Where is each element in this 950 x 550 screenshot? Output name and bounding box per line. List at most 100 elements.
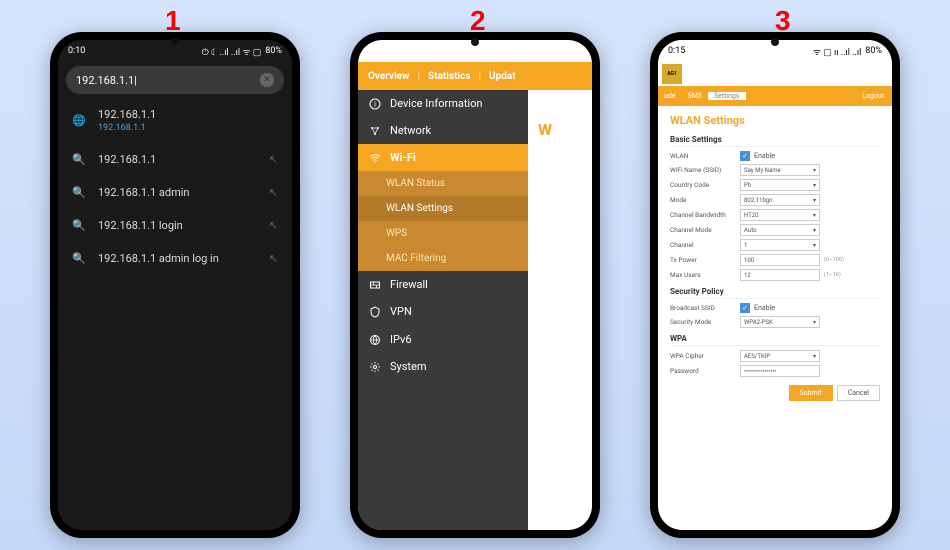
dropdown-field[interactable]: AES/TKIP▾: [740, 350, 820, 362]
submenu-item[interactable]: WLAN Settings: [358, 196, 528, 221]
hint-text: (1~16): [824, 272, 841, 278]
form-row: WLAN✓ Enable: [670, 151, 880, 161]
sidebar-menu: i Device Information Network Wi-Fi WLAN Stat…: [358, 90, 528, 530]
submenu-item[interactable]: WPS: [358, 221, 528, 246]
submenu-item[interactable]: MAC Filtering: [358, 246, 528, 271]
address-bar[interactable]: 192.168.1.1| ✕: [66, 66, 284, 94]
svg-text:i: i: [374, 101, 376, 109]
menu-item[interactable]: IPv6: [358, 325, 528, 352]
chevron-down-icon: ▾: [813, 182, 816, 189]
hint-text: (0~100): [824, 257, 844, 263]
checkbox[interactable]: ✓: [740, 151, 750, 161]
tab-row: udeSMSSettings Logout: [658, 86, 892, 106]
menu-label: System: [390, 360, 427, 373]
chevron-down-icon: ▾: [813, 212, 816, 219]
search-suggestion[interactable]: 🔍 192.168.1.1 ↖: [58, 143, 292, 176]
menu-item[interactable]: Wi-Fi: [358, 144, 528, 171]
dropdown-field[interactable]: 1▾: [740, 239, 820, 251]
chevron-down-icon: ▾: [813, 319, 816, 326]
menu-item[interactable]: i Device Information: [358, 90, 528, 117]
field-label: WLAN: [670, 152, 740, 160]
ipv6-icon: [368, 332, 382, 345]
form-row: Password••••••••••••••••: [670, 365, 880, 377]
field-label: Security Mode: [670, 318, 740, 326]
section-basic: Basic Settings: [670, 135, 880, 147]
insert-arrow-icon[interactable]: ↖: [269, 153, 278, 166]
top-tab[interactable]: Updat: [489, 71, 516, 82]
insert-arrow-icon[interactable]: ↖: [269, 219, 278, 232]
dropdown-field[interactable]: 802.11bgn▾: [740, 194, 820, 206]
search-icon: 🔍: [72, 252, 86, 265]
menu-item[interactable]: VPN: [358, 298, 528, 325]
search-suggestion[interactable]: 🌐 192.168.1.1192.168.1.1: [58, 98, 292, 143]
suggestion-text: 192.168.1.1 login: [98, 219, 257, 232]
top-tabs: Overview|Statistics|Updat: [358, 62, 592, 90]
search-icon: 🔍: [72, 186, 86, 199]
text-field[interactable]: ••••••••••••••••: [740, 365, 820, 377]
dropdown-field[interactable]: Ph▾: [740, 179, 820, 191]
menu-item[interactable]: Network: [358, 117, 528, 144]
text-field[interactable]: 12: [740, 269, 820, 281]
clear-icon[interactable]: ✕: [260, 73, 274, 87]
system-icon: [368, 360, 382, 373]
suggestion-text: 192.168.1.1: [98, 153, 257, 166]
form-row: WiFi Name (SSID)Say My Name▾: [670, 164, 880, 176]
enable-label: Enable: [754, 152, 775, 160]
form-row: Channel1▾: [670, 239, 880, 251]
text-field[interactable]: 100: [740, 254, 820, 266]
submenu-item[interactable]: WLAN Status: [358, 171, 528, 196]
search-suggestion[interactable]: 🔍 192.168.1.1 admin ↖: [58, 176, 292, 209]
logout-link[interactable]: Logout: [862, 92, 892, 100]
menu-label: Wi-Fi: [390, 151, 416, 164]
dropdown-field[interactable]: HT20▾: [740, 209, 820, 221]
menu-item[interactable]: System: [358, 353, 528, 380]
address-text: 192.168.1.1|: [76, 74, 137, 87]
field-label: Channel: [670, 241, 740, 249]
checkbox[interactable]: ✓: [740, 303, 750, 313]
chevron-down-icon: ▾: [813, 353, 816, 360]
form-row: Channel ModeAuto▾: [670, 224, 880, 236]
phone-1: 0:10 ⏻ ☾ ..ıl ..ıl ᯤ ▢80% 192.168.1.1| ✕…: [50, 32, 300, 538]
chevron-down-icon: ▾: [813, 167, 816, 174]
top-tab[interactable]: Statistics: [428, 71, 470, 82]
search-icon: 🔍: [72, 153, 86, 166]
camera-notch: [171, 38, 179, 46]
settings-tab[interactable]: ude: [658, 92, 682, 100]
form-row: Mode802.11bgn▾: [670, 194, 880, 206]
phone-3: 0:15 ᯤ ▢ ıı ..ıl ..ıl80% AG1 udeSMSSetti…: [650, 32, 900, 538]
field-label: Channel Bandwidth: [670, 211, 740, 219]
search-suggestion[interactable]: 🔍 192.168.1.1 admin log in ↖: [58, 242, 292, 275]
form-row: Security ModeWPA2-PSK▾: [670, 316, 880, 328]
form-row: WPA CipherAES/TKIP▾: [670, 350, 880, 362]
search-suggestion[interactable]: 🔍 192.168.1.1 login ↖: [58, 209, 292, 242]
submit-button[interactable]: Submit: [789, 385, 833, 401]
form-row: Channel BandwidthHT20▾: [670, 209, 880, 221]
menu-item[interactable]: Firewall: [358, 271, 528, 298]
menu-label: Network: [390, 124, 431, 137]
menu-label: Device Information: [390, 97, 482, 110]
field-label: Channel Mode: [670, 226, 740, 234]
dropdown-field[interactable]: WPA2-PSK▾: [740, 316, 820, 328]
chevron-down-icon: ▾: [813, 227, 816, 234]
chevron-down-icon: ▾: [813, 197, 816, 204]
field-label: Country Code: [670, 181, 740, 189]
dropdown-field[interactable]: Auto▾: [740, 224, 820, 236]
form-row: Max Users12(1~16): [670, 269, 880, 281]
main-content: W: [528, 90, 592, 169]
settings-content: WLAN Settings Basic Settings WLAN✓Enable…: [658, 106, 892, 409]
menu-label: Firewall: [390, 278, 428, 291]
wifi-icon: [368, 151, 382, 164]
insert-arrow-icon[interactable]: ↖: [269, 252, 278, 265]
settings-tab[interactable]: Settings: [708, 92, 746, 100]
network-icon: [368, 124, 382, 137]
dropdown-field[interactable]: Say My Name▾: [740, 164, 820, 176]
search-icon: 🔍: [72, 219, 86, 232]
globe-icon: 🌐: [72, 114, 86, 127]
top-tab[interactable]: Overview: [368, 71, 410, 82]
field-label: Tx Power: [670, 256, 740, 264]
settings-tab[interactable]: SMS: [682, 92, 708, 100]
page-title: WLAN Settings: [670, 114, 880, 127]
cancel-button[interactable]: Cancel: [837, 385, 880, 401]
phone-2: 0:14 ⏻ ☾ ..ıl ..ıl ᯤ ▢80% Overview|Stati…: [350, 32, 600, 538]
insert-arrow-icon[interactable]: ↖: [269, 186, 278, 199]
